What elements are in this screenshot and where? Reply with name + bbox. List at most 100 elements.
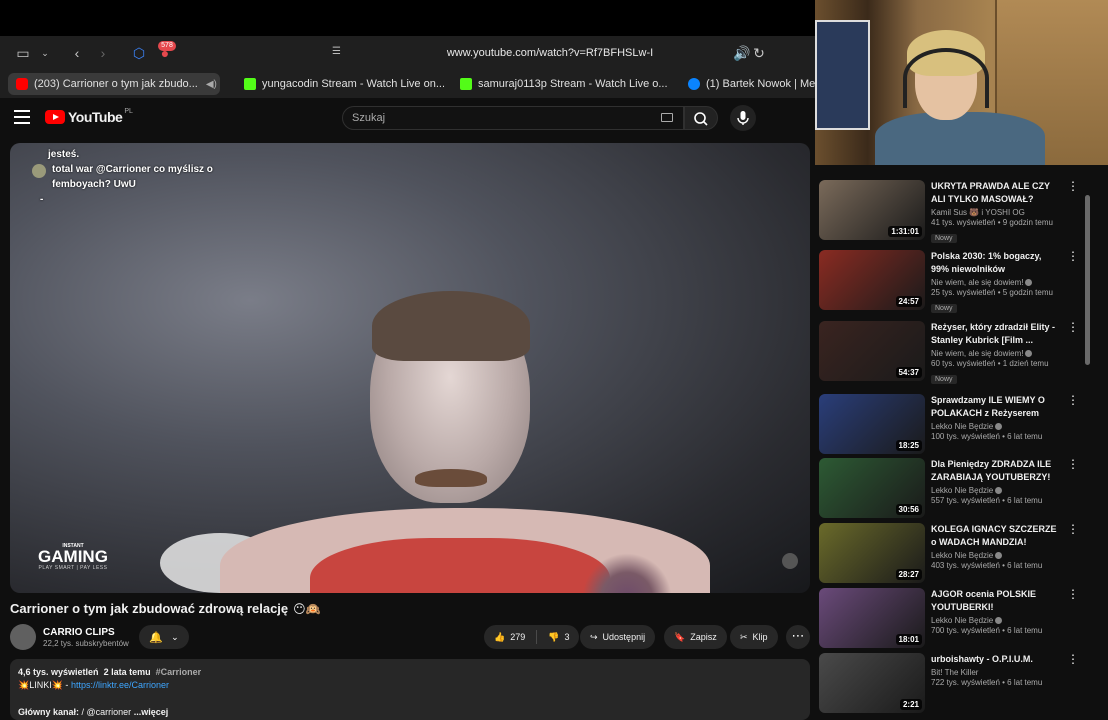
thumbs-down-icon[interactable]: 👎 xyxy=(548,632,559,643)
more-options-icon[interactable]: ⋮ xyxy=(1067,458,1079,470)
recommended-video[interactable]: 28:27 KOLEGA IGNACY SZCZERZE o WADACH MAN… xyxy=(819,523,1079,585)
kick-icon xyxy=(244,78,256,90)
recommended-video[interactable]: 30:56 Dla Pieniędzy ZDRADZA ILE ZARABIAJĄ… xyxy=(819,458,1079,520)
thumbs-up-icon[interactable]: 👍 xyxy=(494,632,505,643)
video-title[interactable]: Dla Pieniędzy ZDRADZA ILE ZARABIAJĄ YOUT… xyxy=(931,458,1061,484)
video-description[interactable]: 4,6 tys. wyświetleń 2 lata temu #Carrion… xyxy=(10,659,810,720)
linktree-link[interactable]: https://linktr.ee/Carrioner xyxy=(71,680,169,690)
channel-name[interactable]: Lekko Nie Będzie xyxy=(931,486,1061,495)
chat-avatar xyxy=(32,164,46,178)
video-player[interactable]: jesteś. total war @Carrioner co myślisz … xyxy=(10,143,810,593)
bookmark-icon: 🔖 xyxy=(674,631,686,642)
reload-icon[interactable]: ↻ xyxy=(750,44,768,62)
more-options-icon[interactable]: ⋮ xyxy=(1067,653,1079,665)
video-thumbnail[interactable]: 28:27 xyxy=(819,523,925,583)
video-title[interactable]: KOLEGA IGNACY SZCZERZE o WADACH MANDZIA! xyxy=(931,523,1061,549)
share-group: ↪ Udostępnij xyxy=(580,625,656,649)
video-title[interactable]: AJGOR ocenia POLSKIE YOUTUBERKI! xyxy=(931,588,1061,614)
video-thumbnail[interactable]: 54:37 xyxy=(819,321,925,381)
video-title[interactable]: UKRYTA PRAWDA ALE CZY ALI TYLKO MASOWAŁ? xyxy=(931,180,1061,206)
channel-name[interactable]: Nie wiem, ale się dowiem! xyxy=(931,349,1061,358)
voice-search-button[interactable] xyxy=(730,105,756,131)
mustache xyxy=(415,469,487,487)
tab-3[interactable]: samuraj0113p Stream - Watch Live o... xyxy=(460,73,670,95)
streamer-shirt xyxy=(875,112,1045,165)
extension-badge: 578 xyxy=(158,41,176,51)
more-options-icon[interactable]: ⋮ xyxy=(1067,588,1079,600)
channel-name[interactable]: CARRIO CLIPS xyxy=(43,627,129,638)
main-channel-link[interactable]: / @carrioner xyxy=(82,707,132,717)
channel-name[interactable]: Lekko Nie Będzie xyxy=(931,551,1061,560)
video-info: Sprawdzamy ILE WIEMY O POLAKACH z Reżyse… xyxy=(931,394,1061,441)
video-info: AJGOR ocenia POLSKIE YOUTUBERKI! Lekko Ni… xyxy=(931,588,1061,635)
recommended-video[interactable]: 54:37 Reżyser, który zdradził Elity - Sta… xyxy=(819,321,1079,384)
recommended-video[interactable]: 18:01 AJGOR ocenia POLSKIE YOUTUBERKI! Lek… xyxy=(819,588,1079,650)
video-title[interactable]: Polska 2030: 1% bogaczy, 99% niewolników xyxy=(931,250,1061,276)
recommended-video[interactable]: 2:21 urboishawty - O.P.I.U.M. Bit! The Kil… xyxy=(819,653,1079,715)
search-button[interactable] xyxy=(684,106,718,130)
more-actions-button[interactable]: ⋯ xyxy=(786,625,810,649)
title-emoji: 😶🙉 xyxy=(293,601,321,616)
video-title[interactable]: Reżyser, który zdradził Elity - Stanley … xyxy=(931,321,1061,347)
tab-4[interactable]: (1) Bartek Nowok | Messe xyxy=(688,73,815,95)
more-options-icon[interactable]: ⋮ xyxy=(1067,394,1079,406)
like-dislike-button[interactable]: 👍 279 👎 3 xyxy=(484,625,580,649)
more-options-icon[interactable]: ⋮ xyxy=(1067,321,1079,333)
page-info-icon[interactable]: ☰ xyxy=(332,46,341,57)
address-bar[interactable]: ☰ www.youtube.com/watch?v=Rf7BFHSLw-I xyxy=(330,41,770,65)
duration-badge: 28:27 xyxy=(895,569,922,580)
save-button[interactable]: 🔖 Zapisz xyxy=(664,625,727,649)
more-options-icon[interactable]: ⋮ xyxy=(1067,250,1079,262)
duration-badge: 1:31:01 xyxy=(888,226,922,237)
chevron-down-icon[interactable]: ⌄ xyxy=(36,44,54,62)
audio-playing-icon[interactable]: 🔊 xyxy=(733,44,751,62)
channel-watermark-icon[interactable] xyxy=(782,553,798,569)
tab-2[interactable]: yungacodin Stream - Watch Live on... xyxy=(244,73,444,95)
recommended-video[interactable]: 18:25 Sprawdzamy ILE WIEMY O POLAKACH z R… xyxy=(819,394,1079,456)
new-badge: Nowy xyxy=(931,304,957,313)
tab-title: samuraj0113p Stream - Watch Live o... xyxy=(478,78,668,90)
youtube-logo[interactable]: YouTube PL xyxy=(45,108,133,125)
more-options-icon[interactable]: ⋮ xyxy=(1067,180,1079,192)
video-thumbnail[interactable]: 24:57 xyxy=(819,250,925,310)
video-thumbnail[interactable]: 18:01 xyxy=(819,588,925,648)
channel-name[interactable]: Nie wiem, ale się dowiem! xyxy=(931,278,1061,287)
tab-1[interactable]: (203) Carrioner o tym jak zbudo... ◀) xyxy=(8,73,220,95)
video-title[interactable]: urboishawty - O.P.I.U.M. xyxy=(931,653,1061,666)
show-more-link[interactable]: ...więcej xyxy=(134,707,169,717)
upload-age: 2 lata temu xyxy=(103,667,151,677)
more-options-icon[interactable]: ⋮ xyxy=(1067,523,1079,535)
hashtag[interactable]: #Carrioner xyxy=(156,667,202,677)
video-thumbnail[interactable]: 18:25 xyxy=(819,394,925,454)
verified-icon xyxy=(995,487,1003,495)
shield-icon[interactable]: ⬡ xyxy=(130,44,148,62)
video-thumbnail[interactable]: 30:56 xyxy=(819,458,925,518)
video-title[interactable]: Sprawdzamy ILE WIEMY O POLAKACH z Reżyse… xyxy=(931,394,1061,420)
sidebar-toggle-icon[interactable]: ▭ xyxy=(14,44,32,62)
video-meta: 722 tys. wyświetleń • 6 lat temu xyxy=(931,678,1043,687)
channel-name[interactable]: Lekko Nie Będzie xyxy=(931,422,1061,431)
headset xyxy=(903,48,989,108)
subscription-bell-button[interactable]: 🔔 ⌄ xyxy=(139,625,189,649)
video-thumbnail[interactable]: 1:31:01 xyxy=(819,180,925,240)
menu-icon[interactable] xyxy=(14,110,30,124)
scrollbar[interactable] xyxy=(1085,195,1090,365)
channel-name[interactable]: Bit! The Killer xyxy=(931,668,1061,677)
avatar[interactable] xyxy=(10,624,36,650)
forward-icon[interactable]: › xyxy=(94,44,112,62)
channel-name[interactable]: Kamil Sus 🐻 i YOSHI OG xyxy=(931,208,1061,217)
share-button[interactable]: ↪ Udostępnij xyxy=(580,625,656,649)
search-input[interactable]: Szukaj xyxy=(342,106,684,130)
save-group: 🔖 Zapisz xyxy=(664,625,727,649)
clip-group: ✂ Klip xyxy=(730,625,778,649)
channel-info[interactable]: CARRIO CLIPS 22,2 tys. subskrybentów xyxy=(10,622,129,652)
recommended-video[interactable]: 24:57 Polska 2030: 1% bogaczy, 99% niewol… xyxy=(819,250,1079,313)
channel-name[interactable]: Lekko Nie Będzie xyxy=(931,616,1061,625)
speaker-icon[interactable]: ◀) xyxy=(206,79,217,90)
recommended-video[interactable]: 1:31:01 UKRYTA PRAWDA ALE CZY ALI TYLKO M… xyxy=(819,180,1079,243)
clip-button[interactable]: ✂ Klip xyxy=(730,625,778,649)
video-thumbnail[interactable]: 2:21 xyxy=(819,653,925,713)
chevron-down-icon: ⌄ xyxy=(171,631,179,642)
back-icon[interactable]: ‹ xyxy=(68,44,86,62)
keyboard-icon[interactable] xyxy=(661,113,673,122)
